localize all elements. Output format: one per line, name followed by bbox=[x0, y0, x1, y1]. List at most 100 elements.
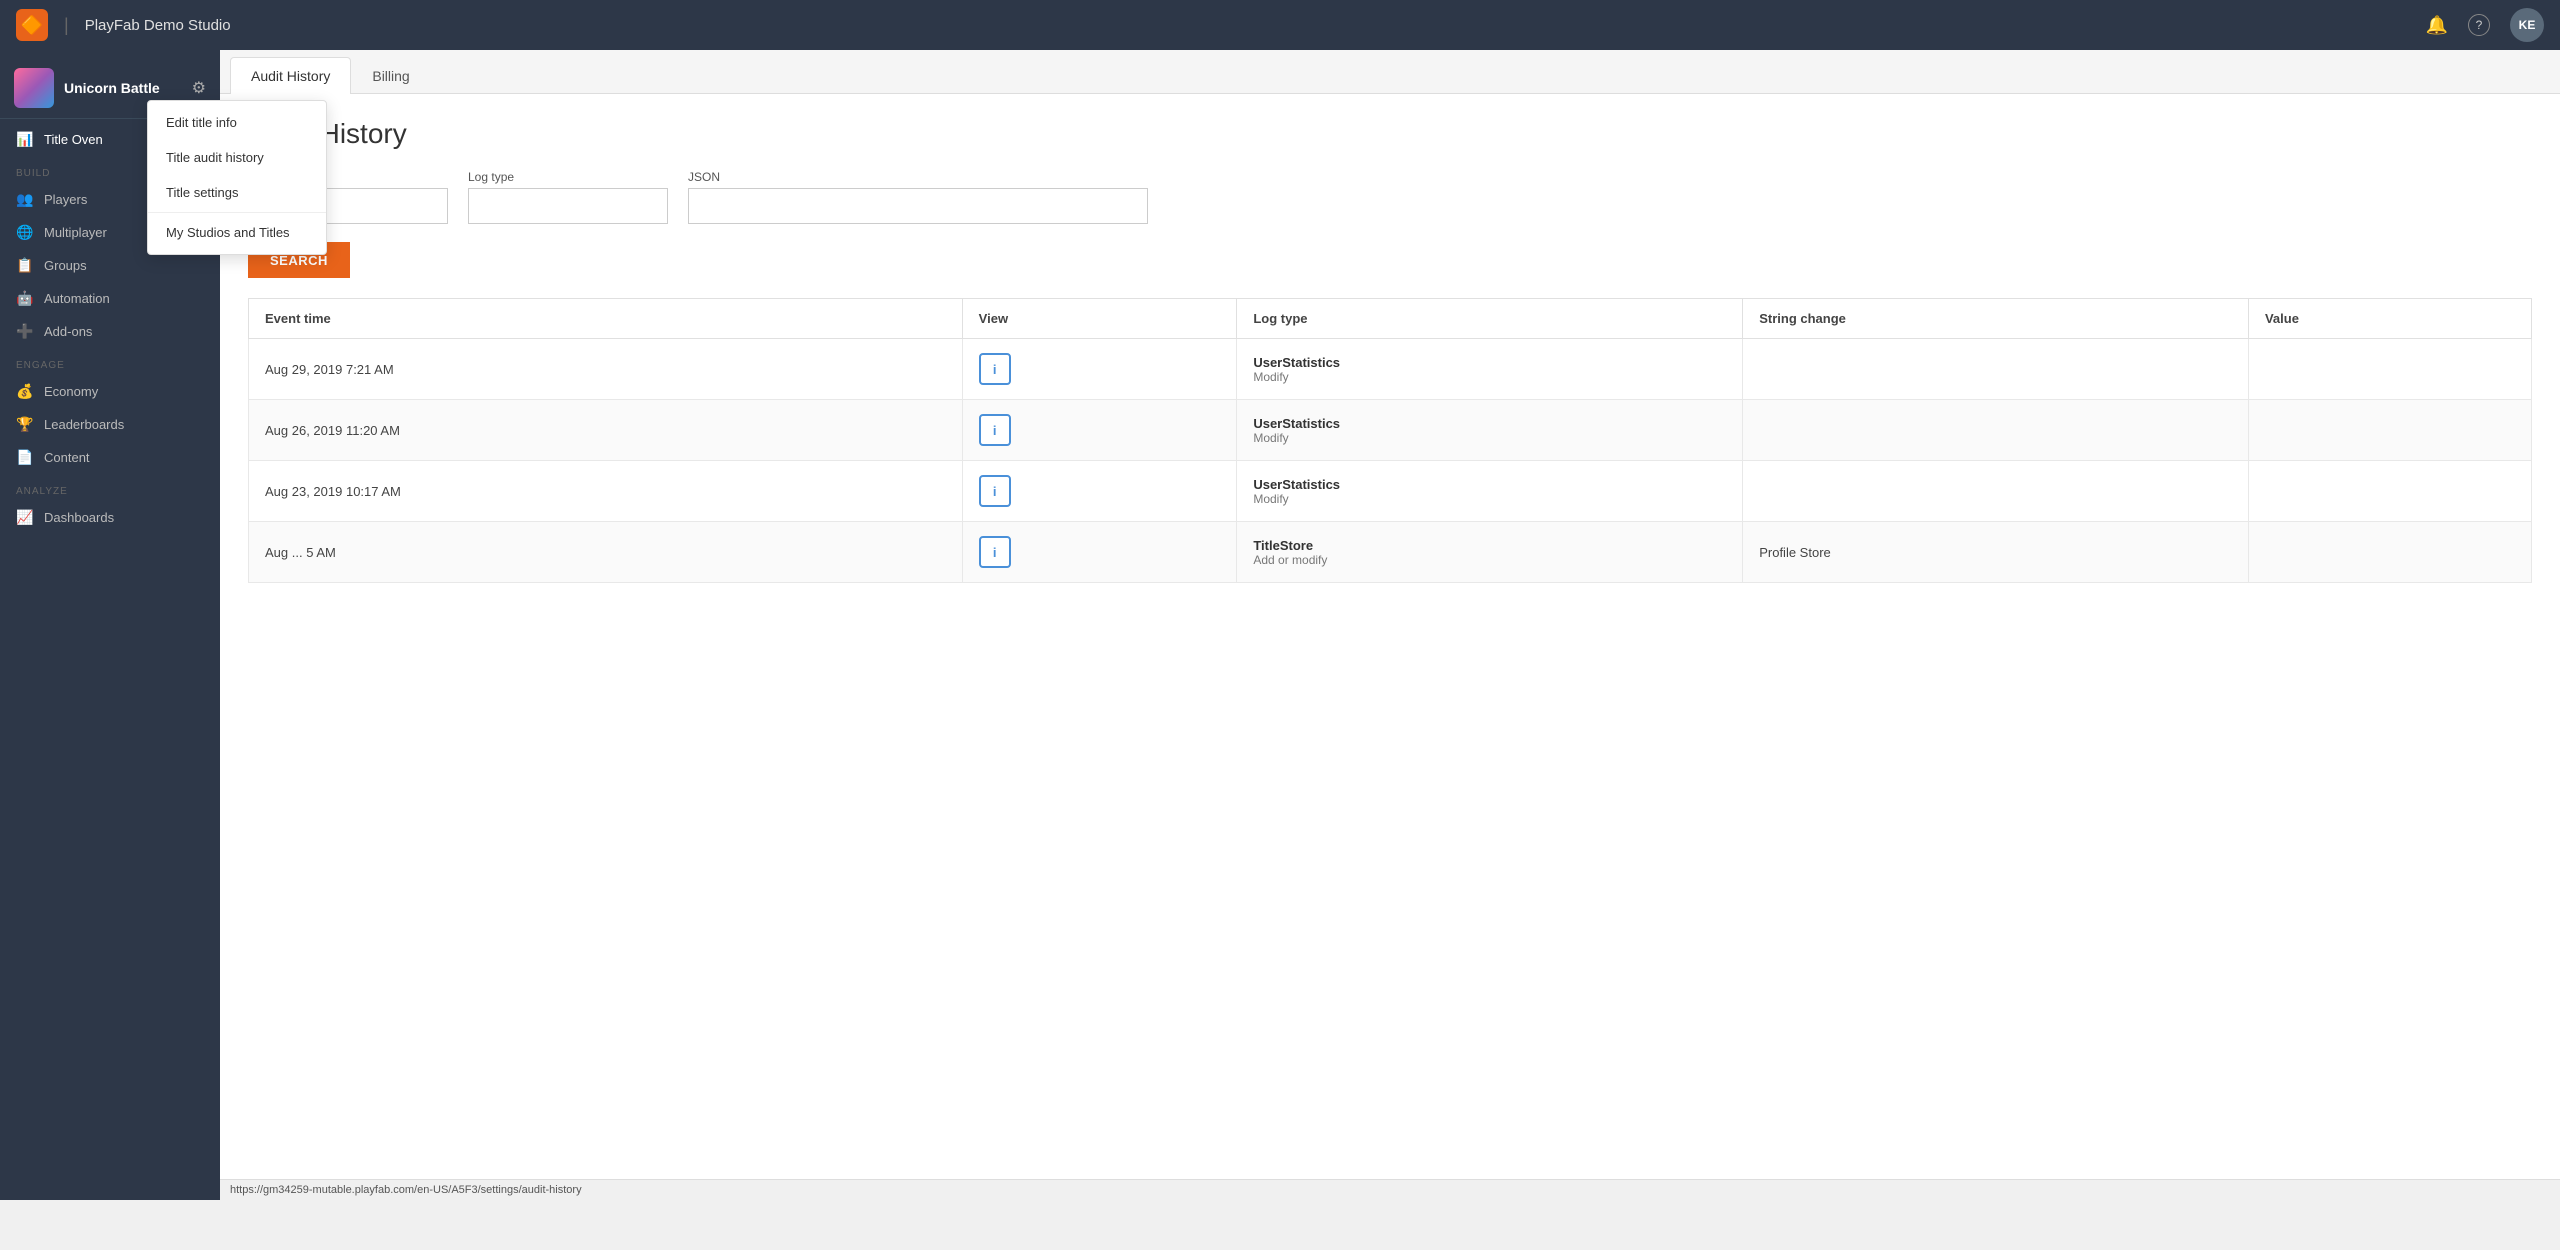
cell-string-change bbox=[1743, 400, 2249, 461]
title-avatar bbox=[14, 68, 54, 108]
cell-event-time: Aug 23, 2019 10:17 AM bbox=[249, 461, 963, 522]
economy-icon: 💰 bbox=[16, 383, 34, 400]
dropdown-edit-title-info[interactable]: Edit title info bbox=[148, 105, 326, 140]
cell-value bbox=[2248, 522, 2531, 583]
col-event-time: Event time bbox=[249, 299, 963, 339]
sidebar-item-label: Players bbox=[44, 192, 87, 207]
title-overview-icon: 📊 bbox=[16, 131, 34, 148]
sidebar-item-content[interactable]: 📄 Content bbox=[0, 441, 220, 474]
automation-icon: 🤖 bbox=[16, 290, 34, 307]
sidebar-item-label: Leaderboards bbox=[44, 417, 124, 432]
log-type-sub: Add or modify bbox=[1253, 553, 1726, 567]
dashboards-icon: 📈 bbox=[16, 509, 34, 526]
log-type-filter-label: Log type bbox=[468, 170, 668, 184]
view-button[interactable]: i bbox=[979, 536, 1011, 568]
cell-string-change: Profile Store bbox=[1743, 522, 2249, 583]
addons-icon: ➕ bbox=[16, 323, 34, 340]
view-button[interactable]: i bbox=[979, 475, 1011, 507]
main-content: Audit History Billing Audit History User… bbox=[220, 50, 2560, 1200]
sidebar-item-automation[interactable]: 🤖 Automation bbox=[0, 282, 220, 315]
table-row: Aug 26, 2019 11:20 AM i UserStatistics M… bbox=[249, 400, 2532, 461]
cell-event-time: Aug ... 5 AM bbox=[249, 522, 963, 583]
log-type-sub: Modify bbox=[1253, 370, 1726, 384]
sidebar-item-label: Content bbox=[44, 450, 90, 465]
audit-table: Event time View Log type String change V… bbox=[248, 298, 2532, 583]
dropdown-menu: Edit title info Title audit history Titl… bbox=[147, 100, 327, 255]
gear-icon[interactable]: ⚙ bbox=[192, 78, 206, 98]
sidebar-item-economy[interactable]: 💰 Economy bbox=[0, 375, 220, 408]
content-icon: 📄 bbox=[16, 449, 34, 466]
filter-group-json: JSON bbox=[688, 170, 1148, 224]
cell-value bbox=[2248, 461, 2531, 522]
sidebar-item-label: Multiplayer bbox=[44, 225, 107, 240]
cell-view: i bbox=[962, 522, 1237, 583]
cell-event-time: Aug 26, 2019 11:20 AM bbox=[249, 400, 963, 461]
cell-view: i bbox=[962, 461, 1237, 522]
cell-value bbox=[2248, 339, 2531, 400]
cell-log-type: TitleStore Add or modify bbox=[1237, 522, 1743, 583]
sidebar-item-label: Economy bbox=[44, 384, 98, 399]
view-button[interactable]: i bbox=[979, 414, 1011, 446]
sidebar-item-dashboards[interactable]: 📈 Dashboards bbox=[0, 501, 220, 534]
layout: Unicorn Battle ⚙ 📊 Title Oven BUILD 👥 Pl… bbox=[0, 50, 2560, 1200]
sidebar-section-engage: ENGAGE bbox=[0, 348, 220, 375]
cell-event-time: Aug 29, 2019 7:21 AM bbox=[249, 339, 963, 400]
dropdown-title-settings[interactable]: Title settings bbox=[148, 175, 326, 210]
top-nav: 🔶 | PlayFab Demo Studio 🔔 ? KE bbox=[0, 0, 2560, 50]
log-type-main: UserStatistics bbox=[1253, 477, 1726, 492]
studio-name: PlayFab Demo Studio bbox=[85, 17, 231, 34]
sidebar-section-analyze: ANALYZE bbox=[0, 474, 220, 501]
col-value: Value bbox=[2248, 299, 2531, 339]
title-name: Unicorn Battle bbox=[64, 80, 182, 96]
leaderboards-icon: 🏆 bbox=[16, 416, 34, 433]
cell-log-type: UserStatistics Modify bbox=[1237, 461, 1743, 522]
table-row: Aug 23, 2019 10:17 AM i UserStatistics M… bbox=[249, 461, 2532, 522]
tab-bar: Audit History Billing bbox=[220, 50, 2560, 94]
col-view: View bbox=[962, 299, 1237, 339]
table-row: Aug ... 5 AM i TitleStore Add or modify … bbox=[249, 522, 2532, 583]
sidebar-item-label: Automation bbox=[44, 291, 110, 306]
dropdown-my-studios-and-titles[interactable]: My Studios and Titles bbox=[148, 215, 326, 250]
playfab-logo: 🔶 bbox=[16, 9, 48, 41]
sidebar-item-leaderboards[interactable]: 🏆 Leaderboards bbox=[0, 408, 220, 441]
cell-log-type: UserStatistics Modify bbox=[1237, 339, 1743, 400]
log-type-main: UserStatistics bbox=[1253, 355, 1726, 370]
tab-audit-history[interactable]: Audit History bbox=[230, 57, 351, 94]
user-avatar[interactable]: KE bbox=[2510, 8, 2544, 42]
cell-string-change bbox=[1743, 339, 2249, 400]
page-title: Audit History bbox=[248, 118, 2532, 150]
sidebar-item-label: Title Oven bbox=[44, 132, 103, 147]
log-type-filter-input[interactable] bbox=[468, 188, 668, 224]
cell-value bbox=[2248, 400, 2531, 461]
sidebar-item-label: Dashboards bbox=[44, 510, 114, 525]
page-body: Audit History User Log type JSON SEARCH bbox=[220, 94, 2560, 1179]
dropdown-title-audit-history[interactable]: Title audit history bbox=[148, 140, 326, 175]
bell-icon[interactable]: 🔔 bbox=[2426, 15, 2448, 36]
col-string-change: String change bbox=[1743, 299, 2249, 339]
log-type-sub: Modify bbox=[1253, 492, 1726, 506]
filter-row: User Log type JSON bbox=[248, 170, 2532, 224]
view-button[interactable]: i bbox=[979, 353, 1011, 385]
tab-billing[interactable]: Billing bbox=[351, 57, 430, 94]
table-row: Aug 29, 2019 7:21 AM i UserStatistics Mo… bbox=[249, 339, 2532, 400]
status-url: https://gm34259-mutable.playfab.com/en-U… bbox=[230, 1184, 582, 1196]
nav-divider: | bbox=[64, 15, 69, 36]
json-filter-label: JSON bbox=[688, 170, 1148, 184]
cell-string-change bbox=[1743, 461, 2249, 522]
top-nav-right: 🔔 ? KE bbox=[2426, 8, 2544, 42]
help-icon[interactable]: ? bbox=[2468, 14, 2490, 36]
cell-log-type: UserStatistics Modify bbox=[1237, 400, 1743, 461]
log-type-sub: Modify bbox=[1253, 431, 1726, 445]
cell-view: i bbox=[962, 400, 1237, 461]
cell-view: i bbox=[962, 339, 1237, 400]
log-type-main: TitleStore bbox=[1253, 538, 1726, 553]
log-type-main: UserStatistics bbox=[1253, 416, 1726, 431]
multiplayer-icon: 🌐 bbox=[16, 224, 34, 241]
status-bar: https://gm34259-mutable.playfab.com/en-U… bbox=[220, 1179, 2560, 1200]
json-filter-input[interactable] bbox=[688, 188, 1148, 224]
col-log-type: Log type bbox=[1237, 299, 1743, 339]
groups-icon: 📋 bbox=[16, 257, 34, 274]
sidebar-item-label: Groups bbox=[44, 258, 87, 273]
dropdown-divider bbox=[148, 212, 326, 213]
sidebar-item-addons[interactable]: ➕ Add-ons bbox=[0, 315, 220, 348]
